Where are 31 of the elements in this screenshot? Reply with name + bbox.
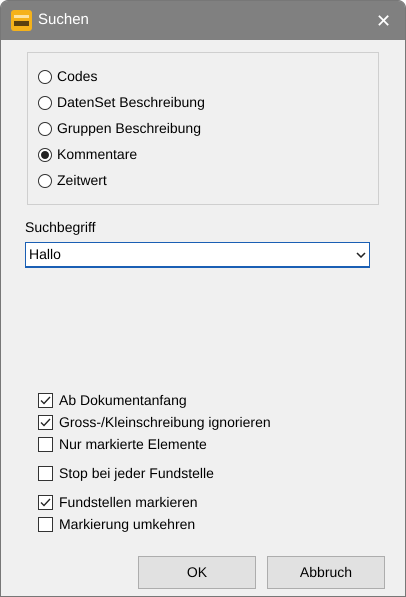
dialog-button[interactable]: Abbruch bbox=[267, 556, 385, 589]
radio-button[interactable] bbox=[38, 148, 52, 162]
radio-option[interactable]: Codes bbox=[38, 66, 378, 86]
checkbox-option[interactable]: Stop bei jeder Fundstelle bbox=[38, 463, 381, 483]
radio-button[interactable] bbox=[38, 174, 52, 188]
checkbox-option[interactable]: Ab Dokumentanfang bbox=[38, 390, 381, 410]
app-logo-icon bbox=[11, 10, 32, 31]
checkbox-option[interactable]: Nur markierte Elemente bbox=[38, 434, 381, 454]
checkbox[interactable] bbox=[38, 494, 53, 510]
radio-option[interactable]: Gruppen Beschreibung bbox=[38, 118, 378, 138]
checkbox[interactable] bbox=[38, 516, 53, 532]
window-title: Suchen bbox=[38, 10, 89, 30]
search-combo-box[interactable]: Hallo bbox=[25, 242, 370, 268]
checkbox[interactable] bbox=[38, 466, 53, 480]
radio-button[interactable] bbox=[38, 70, 52, 84]
radio-option[interactable]: Zeitwert bbox=[38, 170, 378, 190]
radio-button[interactable] bbox=[38, 122, 52, 136]
chevron-down-icon[interactable] bbox=[356, 252, 366, 258]
dialog-button[interactable]: OK bbox=[138, 556, 256, 589]
radio-option[interactable]: DatenSet Beschreibung bbox=[38, 92, 378, 112]
checkbox-option[interactable]: Markierung umkehren bbox=[38, 514, 381, 534]
checkbox[interactable] bbox=[38, 436, 53, 452]
radio-option[interactable]: Kommentare bbox=[38, 144, 378, 164]
checkbox-option[interactable]: Gross-/Kleinschreibung ignorieren bbox=[38, 412, 381, 432]
checkbox-option[interactable]: Fundstellen markieren bbox=[38, 492, 381, 512]
search-field[interactable]: Hallo bbox=[29, 244, 356, 265]
radio-button[interactable] bbox=[38, 96, 52, 110]
checkbox[interactable] bbox=[38, 392, 53, 408]
checkbox[interactable] bbox=[38, 414, 53, 430]
close-button[interactable]: ✕ bbox=[376, 12, 391, 30]
field-label: Suchbegriff bbox=[25, 218, 97, 237]
